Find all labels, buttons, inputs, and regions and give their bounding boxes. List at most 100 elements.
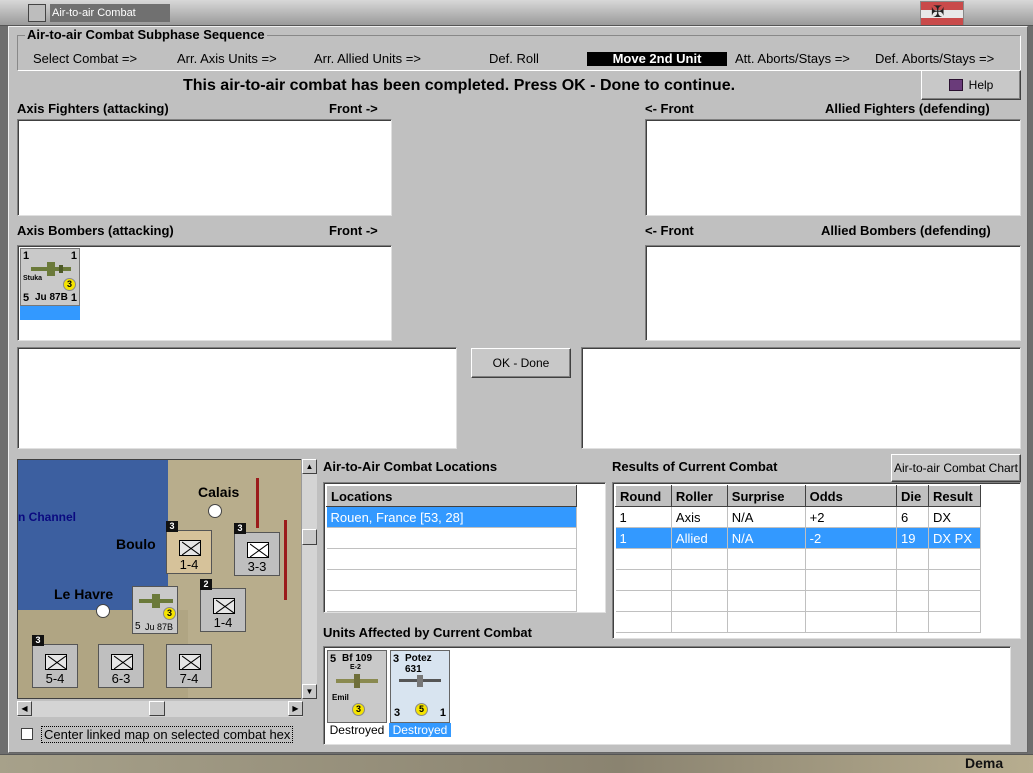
allied-message-box [581, 347, 1021, 449]
scroll-up-icon[interactable]: ▲ [302, 459, 317, 474]
scroll-thumb[interactable] [149, 701, 165, 716]
location-cell: Rouen, France [53, 28] [326, 506, 577, 528]
infantry-symbol-icon [179, 540, 201, 556]
help-book-icon [948, 79, 963, 91]
scroll-left-icon[interactable]: ◀ [17, 701, 32, 716]
map-strip-label: Dema [965, 755, 1004, 771]
cell-surprise: N/A [727, 527, 806, 549]
location-row [326, 590, 577, 612]
center-map-checkbox[interactable] [21, 728, 33, 740]
scroll-thumb[interactable] [302, 529, 317, 545]
help-button[interactable]: Help [921, 70, 1021, 100]
location-row[interactable]: Rouen, France [53, 28] [326, 506, 577, 528]
combat-dialog: Air-to-air Combat Subphase Sequence Sele… [8, 26, 1028, 753]
combat-chart-button[interactable]: Air-to-air Combat Chart [891, 454, 1021, 482]
result-row[interactable]: 1 Allied N/A -2 19 DX PX [615, 527, 982, 549]
map-unit[interactable]: 3 3-3 [234, 523, 280, 576]
cell-surprise: N/A [727, 506, 806, 528]
map-air-unit[interactable]: 3 5 Ju 87B [132, 586, 178, 634]
unit-name: Potez 631 [405, 653, 432, 675]
unit-step: 3 [32, 635, 44, 646]
unit-value: 5-4 [45, 671, 65, 686]
help-label: Help [968, 78, 994, 92]
cell-odds: +2 [805, 506, 898, 528]
locations-list[interactable]: Locations Rouen, France [53, 28] [323, 482, 606, 613]
allied-bombers-label: Allied Bombers (defending) [821, 223, 991, 238]
linked-map[interactable]: n Channel Calais Boulo Le Havre 3 1-4 3 … [17, 459, 303, 699]
location-row [326, 569, 577, 591]
result-row [615, 611, 982, 633]
port-anchor-icon [96, 604, 110, 618]
allied-bombers-front: <- Front [645, 223, 694, 238]
step-select-combat: Select Combat => [33, 51, 138, 66]
border-line-2 [284, 520, 287, 600]
town-calais: Calais [198, 484, 240, 500]
map-unit[interactable]: 3 5-4 [32, 635, 78, 688]
location-row [326, 548, 577, 570]
locations-header: Locations [326, 485, 577, 507]
border-line [256, 478, 259, 528]
unit-top-left: 3 [393, 653, 400, 665]
results-title: Results of Current Combat [612, 459, 778, 474]
axis-bombers-box[interactable]: 1 1 Stuka 3 5 Ju 87B 1 [17, 245, 392, 341]
bf109-counter[interactable]: 5 Bf 109 E-2 Emil 3 [327, 650, 387, 723]
unit-name: Bf 109 [342, 653, 373, 664]
allied-bombers-box[interactable] [645, 245, 1021, 341]
sequence-title: Air-to-air Combat Subphase Sequence [25, 27, 267, 42]
unit-top-left: 5 [330, 653, 337, 665]
unit-value: 1-4 [213, 615, 233, 630]
unit-status: Destroyed [329, 723, 385, 737]
window-menu-icon[interactable] [28, 4, 46, 22]
unit-badge: 5 [415, 703, 428, 716]
locations-table: Locations Rouen, France [53, 28] [326, 485, 577, 612]
town-le-havre: Le Havre [54, 586, 114, 602]
affected-units-box[interactable]: 5 Bf 109 E-2 Emil 3 Destroyed 3 Potez 63… [323, 646, 1011, 745]
locations-title: Air-to-Air Combat Locations [323, 459, 498, 474]
step-move-2nd-unit: Move 2nd Unit [587, 52, 727, 66]
col-surprise: Surprise [726, 485, 806, 507]
col-result: Result [927, 485, 982, 507]
unit-subname: E-2 [350, 664, 361, 671]
allied-fighters-label: Allied Fighters (defending) [825, 101, 990, 116]
map-vertical-scrollbar[interactable]: ▲ ▼ [301, 459, 317, 699]
axis-fighters-label: Axis Fighters (attacking) [17, 101, 169, 116]
cell-round: 1 [615, 506, 672, 528]
col-die: Die [896, 485, 929, 507]
col-roller: Roller [670, 485, 728, 507]
axis-fighters-front: Front -> [329, 101, 378, 116]
axis-bombers-label: Axis Bombers (attacking) [17, 223, 174, 238]
scroll-right-icon[interactable]: ▶ [288, 701, 303, 716]
axis-message-box [17, 347, 457, 449]
axis-fighters-box[interactable] [17, 119, 392, 216]
potez631-counter[interactable]: 3 Potez 631 3 5 1 [390, 650, 450, 723]
unit-range: 1 [439, 707, 446, 719]
infantry-symbol-icon [45, 654, 67, 670]
counter-selection [20, 306, 80, 320]
map-unit[interactable]: 3 1-4 [166, 521, 212, 574]
allied-fighters-box[interactable] [645, 119, 1021, 216]
map-horizontal-scrollbar[interactable]: ◀ ▶ [17, 701, 303, 717]
map-unit[interactable]: 6-3 [98, 644, 144, 688]
cell-result: DX PX [928, 527, 982, 549]
counter-name: Ju 87B [35, 292, 68, 303]
cell-roller: Axis [671, 506, 728, 528]
infantry-symbol-icon [111, 654, 133, 670]
map-unit[interactable]: 7-4 [166, 644, 212, 688]
underlying-map-strip: Dema [0, 754, 1033, 773]
result-row[interactable]: 1 Axis N/A +2 6 DX [615, 506, 982, 528]
cell-die: 6 [896, 506, 929, 528]
air-unit-badge: 3 [163, 607, 176, 620]
location-row [326, 527, 577, 549]
results-list[interactable]: Round Roller Surprise Odds Die Result 1 … [612, 482, 1021, 639]
map-unit[interactable]: 2 1-4 [200, 579, 246, 632]
ju87-counter[interactable]: 1 1 Stuka 3 5 Ju 87B 1 [20, 248, 80, 306]
col-odds: Odds [804, 485, 898, 507]
scroll-down-icon[interactable]: ▼ [302, 684, 317, 699]
unit-pilot: Emil [332, 693, 349, 702]
title-bar: Air-to-air Combat ✠ [0, 0, 1033, 26]
unit-value: 3-3 [247, 559, 267, 574]
fighter-plane-icon [336, 674, 378, 688]
fighter-plane-icon [399, 675, 441, 687]
step-def-roll: Def. Roll [489, 51, 539, 66]
ok-done-button[interactable]: OK - Done [471, 348, 571, 378]
